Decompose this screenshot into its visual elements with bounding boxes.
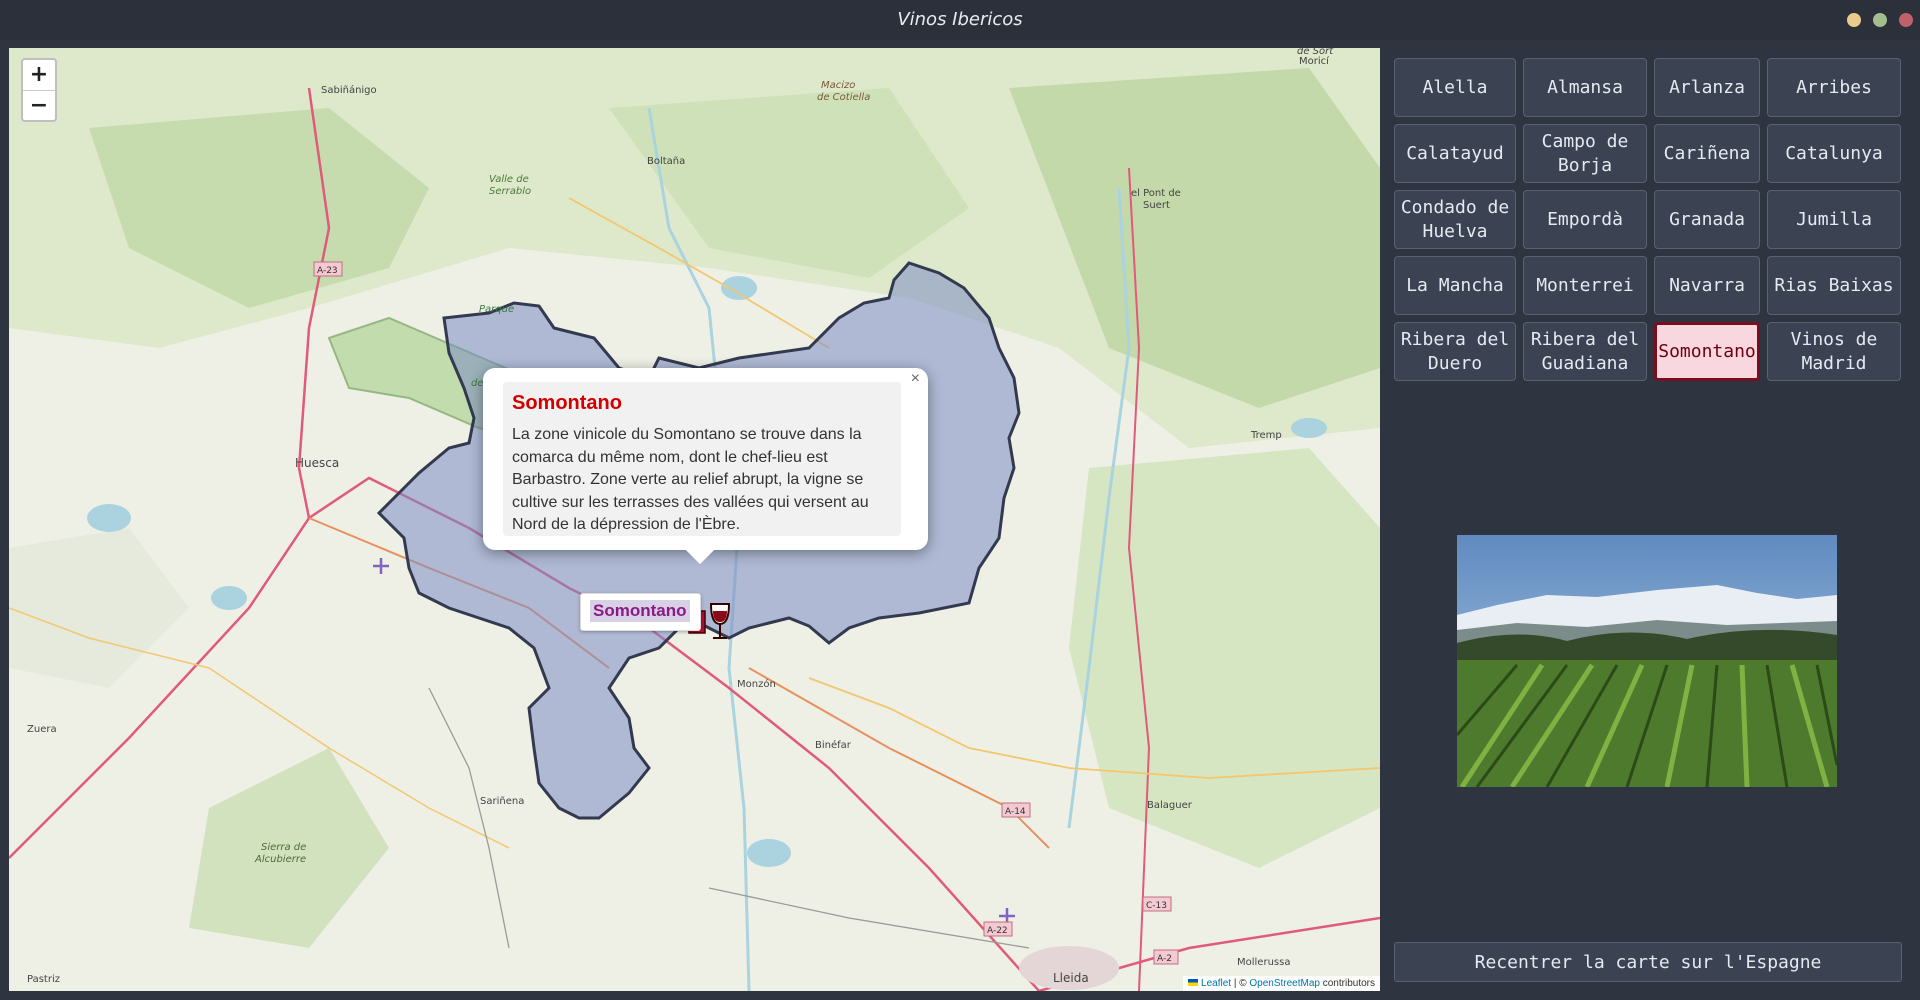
svg-text:Alcubierre: Alcubierre [254, 854, 306, 865]
svg-text:C-13: C-13 [1146, 901, 1167, 911]
attribution-suffix: contributors [1319, 978, 1375, 989]
zoom-out-button[interactable]: − [23, 91, 55, 121]
attribution-separator: | © [1231, 978, 1250, 989]
svg-text:Serrablo: Serrablo [489, 186, 531, 197]
svg-text:Valle de: Valle de [489, 174, 529, 185]
region-button-cariñena[interactable]: Cariñena [1654, 124, 1760, 183]
region-button-monterrei[interactable]: Monterrei [1523, 256, 1647, 315]
maximize-button[interactable] [1873, 13, 1887, 27]
popup-content: Somontano La zone vinicole du Somontano … [503, 382, 901, 536]
region-button-somontano[interactable]: Somontano [1654, 322, 1760, 381]
region-button-ribera-del-duero[interactable]: Ribera del Duero [1394, 322, 1516, 381]
svg-text:Tremp: Tremp [1250, 430, 1282, 441]
tooltip-label: Somontano [590, 600, 690, 622]
recenter-button[interactable]: Recentrer la carte sur l'Espagne [1394, 942, 1902, 982]
region-button-arlanza[interactable]: Arlanza [1654, 58, 1760, 117]
region-tooltip: Somontano [580, 593, 701, 631]
region-button-vinos-de-madrid[interactable]: Vinos de Madrid [1767, 322, 1901, 381]
osm-link[interactable]: OpenStreetMap [1249, 978, 1320, 989]
svg-text:Mollerussa: Mollerussa [1237, 957, 1290, 968]
svg-text:A-14: A-14 [1005, 807, 1026, 817]
svg-text:Parque: Parque [479, 304, 514, 315]
svg-text:Lleida: Lleida [1053, 971, 1089, 985]
region-button-alella[interactable]: Alella [1394, 58, 1516, 117]
region-button-rias-baixas[interactable]: Rias Baixas [1767, 256, 1901, 315]
window-title: Vinos Ibericos [897, 9, 1023, 30]
info-popup: × Somontano La zone vinicole du Somontan… [483, 368, 928, 565]
svg-text:Monzón: Monzón [737, 678, 776, 690]
region-button-la-mancha[interactable]: La Mancha [1394, 256, 1516, 315]
region-button-condado-de-huelva[interactable]: Condado de Huelva [1394, 190, 1516, 249]
svg-text:el Pont de: el Pont de [1131, 188, 1181, 199]
region-button-ribera-del-guadiana[interactable]: Ribera del Guadiana [1523, 322, 1647, 381]
svg-text:Boltaña: Boltaña [647, 156, 685, 167]
svg-text:Moricí: Moricí [1299, 55, 1330, 67]
svg-text:A-22: A-22 [987, 926, 1008, 936]
zoom-in-button[interactable]: + [23, 60, 55, 91]
region-button-navarra[interactable]: Navarra [1654, 256, 1760, 315]
leaflet-link[interactable]: Leaflet [1201, 978, 1231, 989]
popup-description: La zone vinicole du Somontano se trouve … [512, 426, 869, 533]
svg-text:Sariñena: Sariñena [480, 796, 524, 807]
svg-text:de Cotiella: de Cotiella [817, 92, 870, 103]
svg-text:A-23: A-23 [317, 266, 338, 276]
map-view[interactable]: Sabiñánigo Macizo de Cotiella Boltaña Va… [9, 48, 1380, 991]
popup-title: Somontano [512, 392, 622, 414]
region-button-granada[interactable]: Granada [1654, 190, 1760, 249]
region-button-campo-de-borja[interactable]: Campo de Borja [1523, 124, 1647, 183]
svg-text:Macizo: Macizo [821, 80, 855, 91]
region-button-jumilla[interactable]: Jumilla [1767, 190, 1901, 249]
popup-close-button[interactable]: × [911, 370, 920, 388]
svg-text:Zuera: Zuera [27, 724, 57, 735]
svg-text:Binéfar: Binéfar [815, 739, 852, 751]
region-button-arribes[interactable]: Arribes [1767, 58, 1901, 117]
svg-text:Sabiñánigo: Sabiñánigo [321, 84, 377, 96]
map-attribution: Leaflet | © OpenStreetMap contributors [1183, 976, 1380, 991]
svg-text:Suert: Suert [1143, 200, 1170, 211]
region-button-catalunya[interactable]: Catalunya [1767, 124, 1901, 183]
sidebar: Alella Almansa Arlanza Arribes Calatayud Camp… [1390, 48, 1915, 993]
region-button-grid: Alella Almansa Arlanza Arribes Calatayud Camp… [1394, 58, 1902, 381]
minimize-button[interactable] [1847, 13, 1861, 27]
svg-text:A-2: A-2 [1157, 954, 1172, 964]
title-bar: Vinos Ibericos [0, 0, 1920, 40]
region-button-almansa[interactable]: Almansa [1523, 58, 1647, 117]
region-button-calatayud[interactable]: Calatayud [1394, 124, 1516, 183]
zoom-control: + − [21, 58, 57, 122]
flag-icon [1188, 979, 1199, 986]
svg-text:Pastriz: Pastriz [27, 974, 60, 985]
close-button[interactable] [1899, 13, 1913, 27]
svg-text:Huesca: Huesca [295, 456, 339, 470]
region-photo [1457, 535, 1837, 787]
svg-text:Sierra de: Sierra de [261, 842, 306, 853]
region-button-empordà[interactable]: Empordà [1523, 190, 1647, 249]
svg-text:Balaguer: Balaguer [1147, 800, 1193, 811]
